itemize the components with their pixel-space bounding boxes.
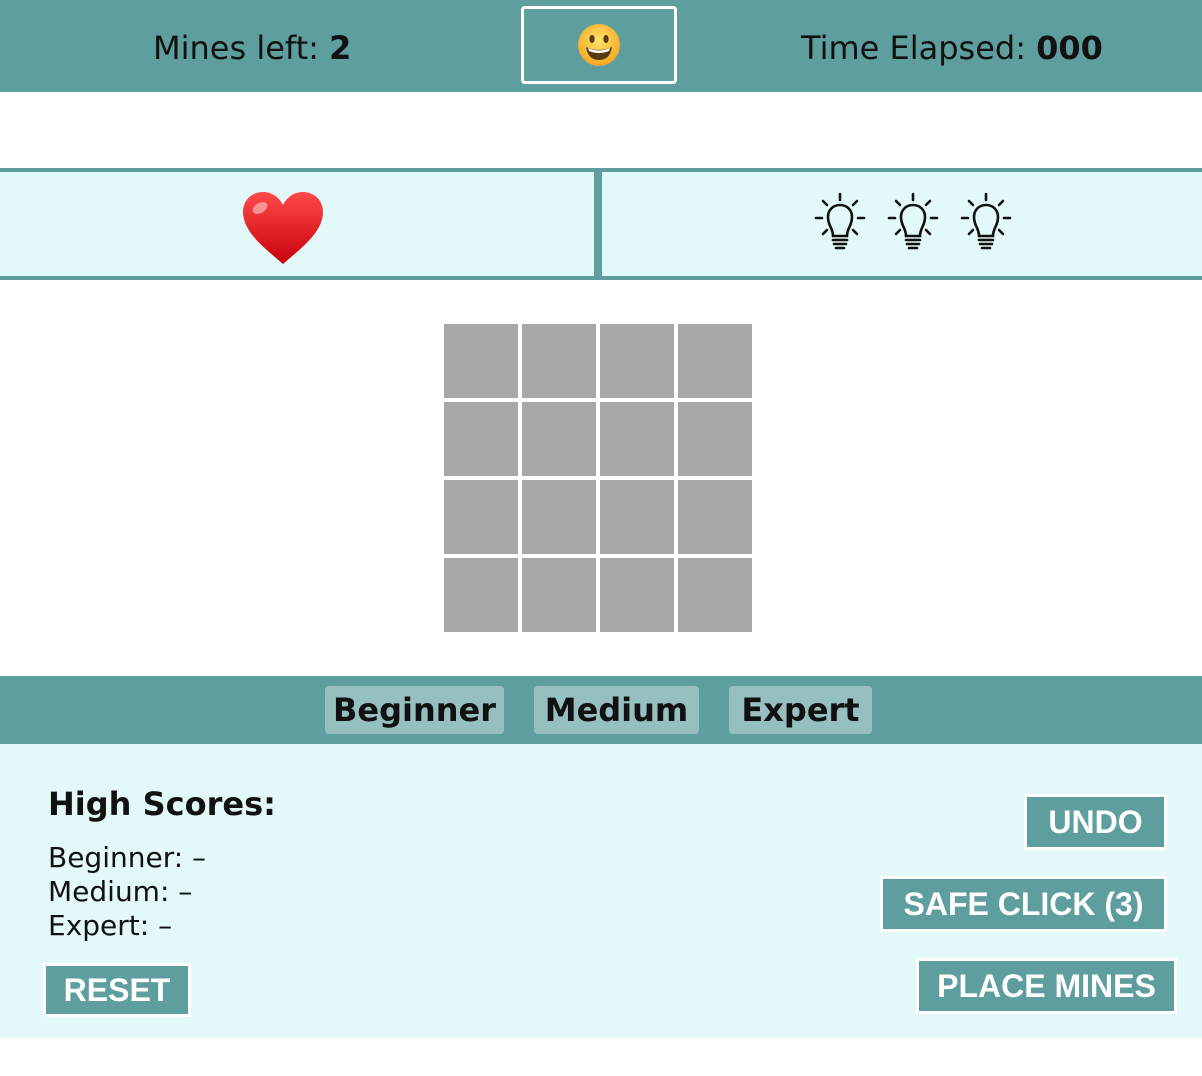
smiley-restart-button[interactable]: [521, 6, 677, 84]
board-cell[interactable]: [522, 480, 596, 554]
mines-left-counter: Mines left: 2: [153, 28, 351, 68]
difficulty-bar: Beginner Medium Expert: [0, 676, 1202, 744]
place-mines-button[interactable]: PLACE MINES: [916, 958, 1177, 1014]
hints-display: [812, 192, 1014, 252]
top-bar: Mines left: 2 Time Elapsed: 000: [0, 0, 1202, 92]
board-cell[interactable]: [678, 324, 752, 398]
medium-level-button[interactable]: Medium: [534, 686, 699, 734]
board-cell[interactable]: [600, 324, 674, 398]
status-bar: [0, 168, 1202, 280]
board-cell[interactable]: [678, 558, 752, 632]
beginner-level-button[interactable]: Beginner: [325, 686, 504, 734]
board-cell[interactable]: [600, 402, 674, 476]
high-scores-title: High Scores:: [48, 785, 276, 823]
status-divider: [594, 172, 602, 276]
beginner-high-score: Beginner: –: [48, 841, 207, 874]
bottom-panel: High Scores: Beginner: – Medium: – Exper…: [0, 744, 1202, 1038]
board-cell[interactable]: [678, 402, 752, 476]
board-cell[interactable]: [678, 480, 752, 554]
board-cell[interactable]: [444, 480, 518, 554]
minesweeper-board: [444, 324, 752, 632]
lives-display: [240, 190, 326, 270]
time-elapsed-counter: Time Elapsed: 000: [801, 28, 1103, 68]
time-elapsed-value: 000: [1036, 29, 1103, 67]
mines-left-label: Mines left:: [153, 29, 319, 67]
board-cell[interactable]: [522, 402, 596, 476]
heart-icon: [243, 192, 323, 264]
board-cell[interactable]: [444, 402, 518, 476]
mines-left-value: 2: [329, 29, 352, 67]
medium-high-score: Medium: –: [48, 875, 193, 908]
safe-click-button[interactable]: SAFE CLICK (3): [880, 876, 1167, 932]
time-elapsed-label: Time Elapsed:: [801, 29, 1026, 67]
expert-level-button[interactable]: Expert: [729, 686, 872, 734]
undo-button[interactable]: UNDO: [1024, 794, 1167, 850]
reset-button[interactable]: RESET: [43, 963, 191, 1017]
board-cell[interactable]: [444, 324, 518, 398]
board-cell[interactable]: [522, 558, 596, 632]
board-cell[interactable]: [444, 558, 518, 632]
grinning-face-icon: [578, 24, 620, 66]
lightbulb-icon[interactable]: [958, 192, 1014, 252]
lightbulb-icon[interactable]: [812, 192, 868, 252]
lightbulb-icon[interactable]: [885, 192, 941, 252]
board-cell[interactable]: [600, 558, 674, 632]
board-cell[interactable]: [600, 480, 674, 554]
board-cell[interactable]: [522, 324, 596, 398]
expert-high-score: Expert: –: [48, 909, 173, 942]
